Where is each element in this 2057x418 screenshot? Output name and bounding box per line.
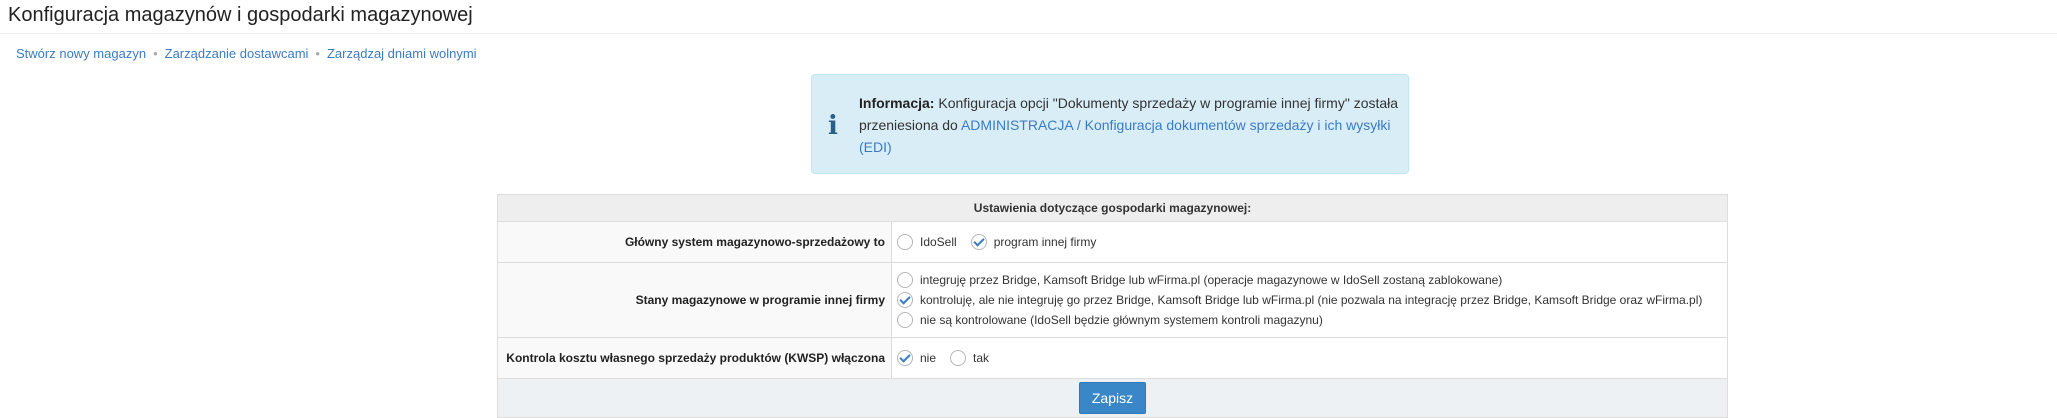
radio-label: IdoSell [920, 235, 957, 249]
setting-label: Stany magazynowe w programie innej firmy [497, 262, 892, 338]
radio-label: nie są kontrolowane (IdoSell będzie głów… [920, 313, 1323, 327]
radio-label: integruję przez Bridge, Kamsoft Bridge l… [920, 273, 1503, 287]
radio-not-controlled[interactable] [897, 312, 913, 328]
info-message: Informacja: Konfiguracja opcji "Dokument… [859, 92, 1399, 158]
title-divider [0, 33, 2057, 34]
settings-row-stock: Stany magazynowe w programie innej firmy… [497, 262, 1728, 338]
radio-label: nie [920, 351, 937, 365]
manage-days-off-link[interactable]: Zarządzaj dniami wolnymi [327, 46, 477, 61]
radio-integrate-bridge[interactable] [897, 272, 913, 288]
warehouse-settings-table: Ustawienia dotyczące gospodarki magazyno… [497, 194, 1728, 418]
action-links: Stwórz nowy magazyn • Zarządzanie dostawca… [16, 46, 477, 62]
settings-row-kwsp: Kontrola kosztu własnego sprzedaży produ… [497, 337, 1728, 379]
setting-label: Główny system magazynowo-sprzedażowy to [497, 221, 892, 263]
settings-heading: Ustawienia dotyczące gospodarki magazyno… [497, 194, 1728, 222]
radio-label: kontroluję, ale nie integruję go przez B… [920, 293, 1703, 307]
link-separator: • [315, 46, 320, 61]
info-label: Informacja: [859, 95, 935, 111]
page-title: Konfiguracja magazynów i gospodarki maga… [8, 4, 473, 26]
link-separator: • [153, 46, 158, 61]
settings-row-main-system: Główny system magazynowo-sprzedażowy to … [497, 221, 1728, 263]
save-button[interactable]: Zapisz [1078, 382, 1147, 414]
settings-row-save: Zapisz [497, 378, 1728, 418]
manage-suppliers-link[interactable]: Zarządzanie dostawcami [165, 46, 309, 61]
radio-idosell[interactable] [897, 234, 913, 250]
radio-control-no-integration[interactable] [897, 292, 913, 308]
radio-kwsp-no[interactable] [897, 350, 913, 366]
radio-kwsp-yes[interactable] [950, 350, 967, 366]
radio-label: program innej firmy [993, 235, 1097, 249]
create-warehouse-link[interactable]: Stwórz nowy magazyn [16, 46, 146, 61]
radio-external-program[interactable] [970, 234, 987, 250]
setting-label: Kontrola kosztu własnego sprzedaży produ… [497, 337, 892, 379]
radio-label: tak [973, 351, 990, 365]
info-alert: i Informacja: Konfiguracja opcji "Dokume… [811, 74, 1409, 174]
info-icon: i [828, 111, 838, 141]
